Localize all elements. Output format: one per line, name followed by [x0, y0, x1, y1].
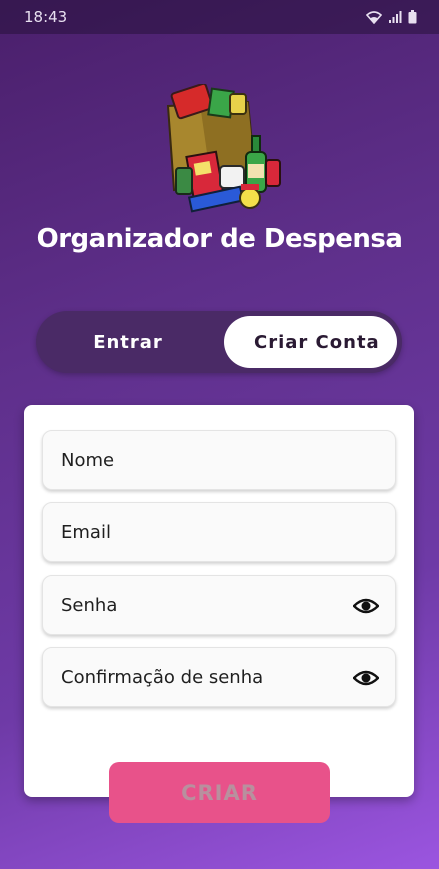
battery-icon [408, 10, 417, 24]
signup-form-card [24, 405, 414, 797]
eye-icon[interactable] [353, 594, 379, 618]
status-time: 18:43 [24, 8, 68, 26]
confirm-password-input[interactable] [43, 648, 395, 706]
tab-create-account[interactable]: Criar Conta [224, 316, 397, 368]
email-input[interactable] [43, 503, 395, 561]
create-account-button[interactable]: CRIAR [109, 762, 330, 823]
grocery-bag-icon [166, 84, 281, 213]
status-icons [366, 10, 417, 24]
password-field [42, 575, 396, 635]
tab-login[interactable]: Entrar [36, 311, 220, 373]
app-title: Organizador de Despensa [36, 224, 403, 254]
email-field [42, 502, 396, 562]
name-input[interactable] [43, 431, 395, 489]
name-field [42, 430, 396, 490]
password-input[interactable] [43, 576, 395, 634]
confirm-password-field [42, 647, 396, 707]
auth-tab-switch: Entrar Criar Conta [36, 311, 402, 373]
eye-icon[interactable] [353, 666, 379, 690]
signal-icon [389, 11, 402, 23]
status-bar: 18:43 [0, 0, 439, 34]
wifi-icon [366, 11, 382, 24]
